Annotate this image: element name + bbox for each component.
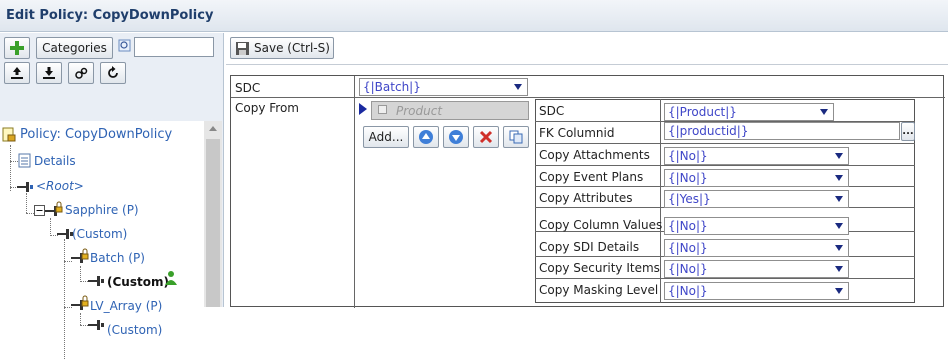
detail-label: Copy Attachments (539, 148, 650, 162)
selected-row-arrow-icon (359, 103, 367, 115)
tree-node-details[interactable]: Details (34, 154, 76, 168)
dropdown-arrow-icon (835, 266, 843, 272)
dropdown-arrow-icon (835, 175, 843, 181)
tree-node-lv-array[interactable]: LV_Array (P) (90, 299, 162, 313)
detail-select-value: {|No|} (668, 262, 708, 276)
detail-select[interactable]: {|No|} (664, 147, 849, 165)
add-item-button[interactable]: Add... (363, 126, 409, 148)
sdc-select[interactable]: {|Batch|} (359, 78, 528, 96)
dropdown-arrow-icon (835, 288, 843, 294)
custom-node-icon (57, 229, 73, 239)
locked-node-icon (45, 201, 63, 216)
detail-label: FK Columnid (539, 126, 615, 140)
node-icon (17, 182, 33, 192)
locked-node-icon (71, 248, 89, 263)
export-button[interactable] (4, 62, 30, 84)
custom-node-icon (88, 320, 104, 330)
dropdown-arrow-icon (514, 84, 522, 90)
tree-search-input[interactable] (134, 37, 214, 57)
copy-icon (509, 130, 523, 144)
upload-icon (11, 67, 23, 79)
detail-label: Copy SDI Details (539, 240, 640, 254)
binoculars-icon (75, 67, 88, 79)
tree-node-custom[interactable]: (Custom) (72, 227, 127, 241)
tree-node-custom-lv[interactable]: (Custom) (107, 323, 162, 337)
copy-from-label: Copy From (235, 101, 299, 115)
sdc-select-value: {|Batch|} (363, 80, 421, 94)
dropdown-arrow-icon (835, 245, 843, 251)
copy-from-item[interactable]: Product (371, 101, 529, 120)
tree-node-custom-selected[interactable]: (Custom) (107, 275, 169, 289)
dropdown-arrow-icon (835, 196, 843, 202)
search-icon (118, 39, 131, 52)
item-checkbox[interactable] (378, 105, 387, 114)
details-icon (18, 153, 31, 168)
fk-columnid-input[interactable]: {|productid|} (664, 122, 900, 140)
dropdown-arrow-icon (835, 153, 843, 159)
dropdown-arrow-icon (820, 109, 828, 115)
detail-select[interactable]: {|Product|} (664, 103, 834, 121)
detail-label: Copy Event Plans (539, 170, 644, 184)
custom-node-icon (88, 276, 104, 286)
detail-select[interactable]: {|No|} (664, 260, 849, 278)
collapse-icon[interactable] (34, 205, 45, 216)
detail-select-value: {|Yes|} (668, 192, 711, 206)
policy-icon (2, 127, 16, 142)
scroll-thumb[interactable] (206, 139, 220, 307)
detail-label: Copy Masking Level (539, 283, 659, 297)
sdc-label: SDC (235, 81, 261, 95)
refresh-button[interactable] (100, 62, 126, 84)
move-up-button[interactable] (413, 126, 439, 148)
detail-select[interactable]: {|No|} (664, 239, 849, 257)
find-button[interactable] (68, 62, 94, 84)
detail-select-value: {|Product|} (668, 105, 737, 119)
download-icon (43, 67, 55, 79)
tree-node-policy[interactable]: Policy: CopyDownPolicy (20, 127, 172, 142)
delete-button[interactable] (473, 126, 499, 148)
policy-tree: Policy: CopyDownPolicy Details <Root> Sa… (0, 121, 204, 359)
policy-form: SDC {|Batch|} Copy From Product Add... S… (230, 75, 945, 308)
scroll-up-icon[interactable] (209, 126, 217, 131)
fk-columnid-value: {|productid|} (668, 124, 749, 138)
categories-button[interactable]: Categories (36, 37, 113, 59)
tree-node-root[interactable]: <Root> (36, 179, 84, 193)
title-bar: Edit Policy: CopyDownPolicy (0, 0, 948, 32)
detail-label: Copy Security Items (539, 261, 660, 275)
detail-label: Copy Column Values (539, 218, 663, 232)
add-button[interactable] (4, 37, 30, 59)
copy-button[interactable] (503, 126, 529, 148)
delete-icon (479, 130, 493, 144)
save-button[interactable]: Save (Ctrl-S) (230, 37, 334, 59)
save-icon (236, 41, 249, 55)
detail-select-value: {|No|} (668, 219, 708, 233)
save-label: Save (Ctrl-S) (254, 41, 330, 55)
detail-select[interactable]: {|No|} (664, 282, 849, 300)
detail-label: SDC (539, 104, 565, 118)
locked-node-icon (71, 295, 89, 310)
tree-node-batch[interactable]: Batch (P) (90, 251, 145, 265)
user-icon (165, 271, 177, 285)
detail-select-value: {|No|} (668, 171, 708, 185)
arrow-up-icon (419, 130, 433, 144)
refresh-icon (108, 66, 118, 78)
tree-node-sapphire[interactable]: Sapphire (P) (65, 203, 139, 217)
plus-icon (10, 41, 24, 55)
arrow-down-icon (449, 130, 463, 144)
left-panel: Categories Policy: CopyDownPolicy Detail… (0, 33, 224, 359)
import-button[interactable] (36, 62, 62, 84)
detail-select-value: {|No|} (668, 149, 708, 163)
main-panel: Save (Ctrl-S) SDC {|Batch|} Copy From Pr… (226, 33, 948, 308)
detail-select[interactable]: {|Yes|} (664, 190, 849, 208)
page-title: Edit Policy: CopyDownPolicy (6, 8, 214, 23)
dropdown-arrow-icon (835, 223, 843, 229)
ellipsis-button[interactable]: ... (901, 122, 915, 141)
product-placeholder: Product (396, 104, 443, 118)
detail-select[interactable]: {|No|} (664, 169, 849, 187)
tree-scrollbar[interactable] (204, 121, 222, 307)
detail-select-value: {|No|} (668, 284, 708, 298)
detail-select-value: {|No|} (668, 241, 708, 255)
detail-label: Copy Attributes (539, 191, 633, 205)
detail-select[interactable]: {|No|} (664, 217, 849, 235)
move-down-button[interactable] (443, 126, 469, 148)
